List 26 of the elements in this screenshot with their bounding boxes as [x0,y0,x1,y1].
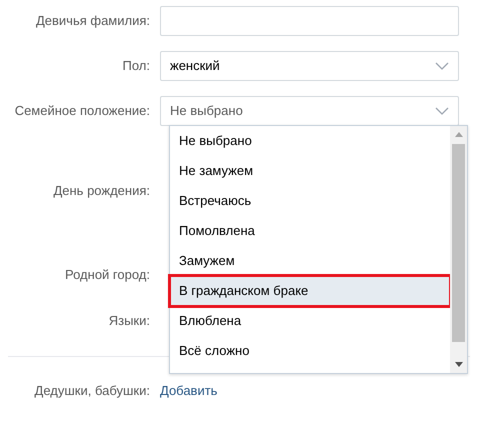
dropdown-option[interactable]: Всё сложно [170,336,450,366]
field-label: Девичья фамилия: [36,12,150,30]
field-label: Семейное положение: [14,102,150,120]
dropdown-option[interactable]: Помолвлена [170,216,450,246]
add-link[interactable]: Добавить [160,381,218,401]
dropdown-option[interactable]: Встречаюсь [170,186,450,216]
dropdown-option[interactable]: В гражданском браке [170,276,450,306]
text-field[interactable] [160,6,459,36]
select-value: женский [170,57,220,76]
field-label: Родной город: [65,266,150,284]
field-label: День рождения: [53,182,150,200]
scroll-down-icon[interactable] [454,362,462,367]
chevron-down-icon [435,62,449,70]
dropdown-option[interactable]: Не выбрано [170,126,450,156]
dropdown-option[interactable]: Замужем [170,246,450,276]
select-value: Не выбрано [170,102,243,120]
select-field[interactable]: женский [160,51,459,81]
field-label: Дедушки, бабушки: [34,382,150,400]
scrollbar-thumb[interactable] [452,144,465,342]
field-label: Пол: [122,57,150,76]
chevron-down-icon [435,107,449,115]
dropdown-option[interactable]: Влюблена [170,306,450,336]
dropdown-option[interactable]: Не замужем [170,156,450,186]
field-label: Языки: [108,312,150,330]
scrollbar[interactable] [450,126,467,373]
scroll-up-icon[interactable] [454,132,462,137]
